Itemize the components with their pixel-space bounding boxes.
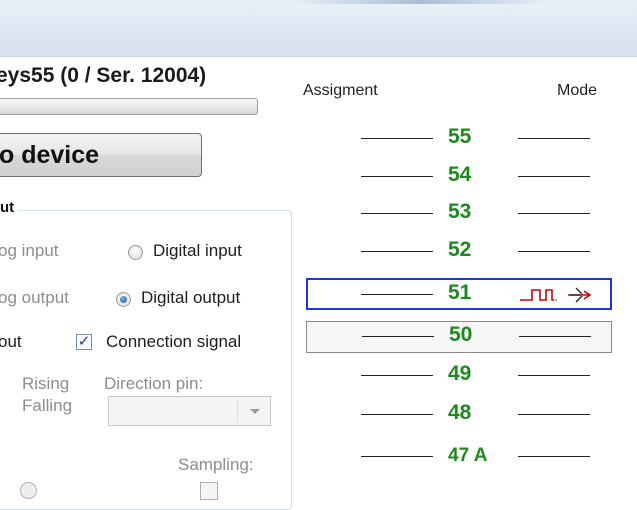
- pin-number: 52: [448, 238, 472, 261]
- pin-row-51[interactable]: 51: [306, 278, 612, 310]
- analog-output-label: og output: [0, 288, 69, 307]
- pin-number: 48: [448, 401, 472, 424]
- pin-row-50[interactable]: 50: [306, 321, 612, 353]
- pin-row-49[interactable]: 49: [306, 361, 612, 393]
- device-title: eys55 (0 / Ser. 12004): [0, 64, 207, 87]
- connect-device-button[interactable]: o device: [0, 133, 202, 177]
- falling-label: Falling: [22, 396, 73, 415]
- connection-signal-checkbox[interactable]: ✓: [76, 334, 92, 350]
- digital-output-radio[interactable]: [116, 292, 131, 307]
- row-line-right: [518, 414, 590, 415]
- connection-signal-label: Connection signal: [106, 332, 242, 351]
- row-line-left: [361, 414, 433, 415]
- digital-input-radio[interactable]: [128, 245, 143, 260]
- row-line-left: [361, 294, 433, 295]
- pin-row-52[interactable]: 52: [306, 237, 612, 269]
- row-line-left: [362, 336, 434, 337]
- pin-row-47a[interactable]: 47 A: [306, 442, 612, 474]
- bottom-checkbox[interactable]: [200, 482, 218, 500]
- row-line-left: [361, 138, 433, 139]
- pin-number: 55: [448, 125, 472, 148]
- mode-header: Mode: [557, 82, 598, 99]
- direction-pin-select[interactable]: [108, 396, 271, 426]
- row-line-left: [361, 213, 433, 214]
- group-title: ut: [0, 199, 19, 216]
- row-line-left: [361, 375, 433, 376]
- pin-number: 50: [449, 323, 473, 346]
- pin-number: 53: [448, 200, 472, 223]
- output-label: out: [0, 332, 22, 351]
- assignment-header: Assigment: [303, 82, 378, 99]
- direction-pin-label: Direction pin:: [104, 374, 204, 393]
- row-line-left: [361, 176, 433, 177]
- pin-number: 51: [448, 281, 472, 304]
- pin-row-55[interactable]: 55: [306, 124, 612, 156]
- row-line-left: [361, 456, 433, 457]
- pin-row-53[interactable]: 53: [306, 199, 612, 231]
- pin-row-54[interactable]: 54: [306, 162, 612, 194]
- row-line-right: [518, 176, 590, 177]
- row-line-right: [518, 251, 590, 252]
- title-bar-glow: [290, 0, 550, 4]
- sampling-label: Sampling:: [178, 455, 254, 474]
- row-line-left: [361, 251, 433, 252]
- row-line-right: [518, 456, 590, 457]
- row-line-right: [518, 375, 590, 376]
- row-line-right: [518, 138, 590, 139]
- analog-input-label: og input: [0, 241, 59, 260]
- rising-label: Rising: [22, 374, 70, 393]
- pin-number: 54: [448, 163, 472, 186]
- progress-bar: [0, 98, 258, 115]
- pulse-output-icon: [520, 287, 592, 303]
- pin-row-48[interactable]: 48: [306, 400, 612, 432]
- row-line-right: [518, 213, 590, 214]
- combo-separator: [237, 400, 238, 422]
- row-line-right: [519, 336, 591, 337]
- pin-number: 47 A: [448, 445, 488, 466]
- title-bar: [0, 0, 637, 57]
- bottom-radio[interactable]: [20, 482, 37, 499]
- digital-output-label: Digital output: [141, 288, 241, 307]
- digital-input-label: Digital input: [153, 241, 242, 260]
- chevron-down-icon: [250, 409, 260, 414]
- pin-number: 49: [448, 362, 472, 385]
